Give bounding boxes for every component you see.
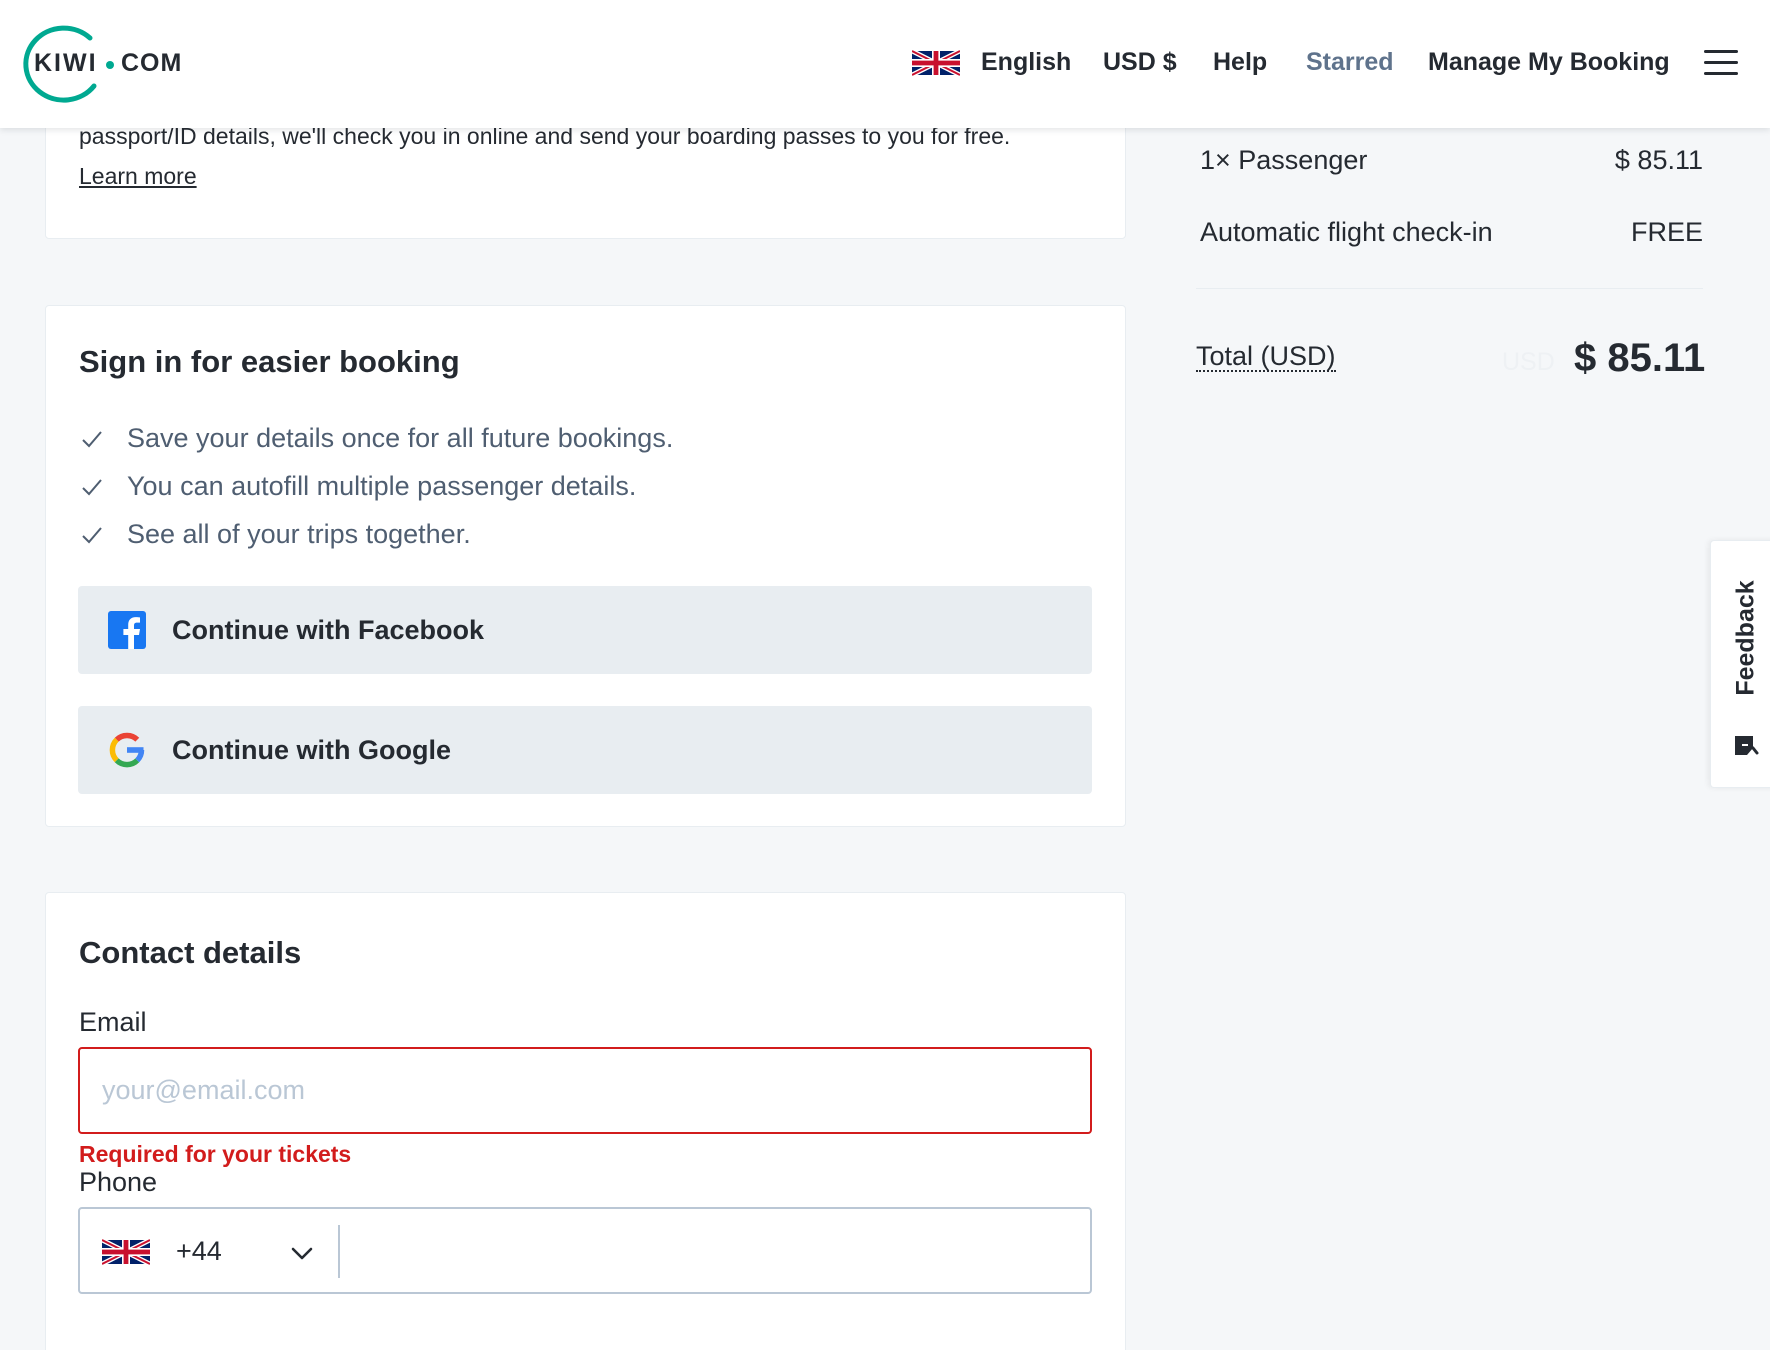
google-icon bbox=[109, 732, 145, 768]
total-currency-ghost: USD bbox=[1502, 348, 1555, 376]
menu-icon[interactable] bbox=[1704, 50, 1738, 76]
facebook-icon bbox=[108, 611, 146, 649]
continue-with-google-button[interactable]: Continue with Google bbox=[78, 706, 1092, 794]
benefit-text: You can autofill multiple passenger deta… bbox=[127, 471, 637, 501]
check-icon bbox=[82, 526, 102, 543]
phone-divider bbox=[338, 1225, 340, 1278]
benefit-item: You can autofill multiple passenger deta… bbox=[79, 471, 636, 502]
help-link[interactable]: Help bbox=[1213, 48, 1267, 77]
phone-field-group: +44 bbox=[78, 1207, 1092, 1294]
benefit-item: Save your details once for all future bo… bbox=[79, 423, 673, 454]
email-label: Email bbox=[79, 1007, 147, 1037]
email-field[interactable] bbox=[78, 1047, 1092, 1134]
checkin-label: Automatic flight check-in bbox=[1200, 217, 1493, 247]
feedback-icon bbox=[1735, 736, 1759, 755]
kiwi-logo[interactable]: KIWI COM bbox=[18, 22, 188, 106]
check-icon bbox=[82, 478, 102, 495]
phone-label: Phone bbox=[79, 1167, 158, 1197]
total-label[interactable]: Total (USD) bbox=[1196, 342, 1336, 372]
phone-country-code[interactable]: +44 bbox=[176, 1236, 222, 1267]
contact-title: Contact details bbox=[79, 935, 302, 970]
benefit-text: See all of your trips together. bbox=[127, 519, 471, 549]
google-label: Continue with Google bbox=[172, 734, 451, 765]
starred-link[interactable]: Starred bbox=[1306, 48, 1394, 77]
learn-more-link[interactable]: Learn more bbox=[79, 163, 197, 190]
facebook-label: Continue with Facebook bbox=[172, 614, 485, 645]
currency-selector[interactable]: USD $ bbox=[1103, 48, 1177, 77]
logo-dot bbox=[106, 61, 114, 69]
logo-text-kiwi: KIWI bbox=[34, 49, 98, 77]
email-error-message: Required for your tickets bbox=[79, 1141, 352, 1167]
chevron-down-icon[interactable] bbox=[289, 1240, 315, 1266]
contact-details-card: Contact details Email Required for your … bbox=[45, 892, 1126, 1350]
signin-card: Sign in for easier booking Save your det… bbox=[45, 305, 1126, 827]
manage-booking-link[interactable]: Manage My Booking bbox=[1428, 48, 1670, 77]
top-header: KIWI COM English USD $ Help Starred Mana… bbox=[0, 0, 1770, 128]
benefit-text: Save your details once for all future bo… bbox=[127, 423, 674, 453]
continue-with-facebook-button[interactable]: Continue with Facebook bbox=[78, 586, 1092, 674]
phone-number-input[interactable] bbox=[342, 1209, 1090, 1292]
uk-flag-icon bbox=[912, 48, 960, 77]
passenger-label: 1× Passenger bbox=[1200, 145, 1368, 175]
summary-checkin-row: Automatic flight check-in FREE bbox=[1200, 217, 1703, 248]
check-icon bbox=[82, 430, 102, 447]
logo-text-com: COM bbox=[121, 49, 183, 77]
summary-divider bbox=[1196, 288, 1703, 289]
total-price: $ 85.11 bbox=[1574, 336, 1706, 380]
summary-passenger-row: 1× Passenger $ 85.11 bbox=[1200, 145, 1703, 176]
benefit-item: See all of your trips together. bbox=[79, 519, 471, 550]
language-label: English bbox=[981, 48, 1072, 76]
signin-title: Sign in for easier booking bbox=[79, 344, 460, 379]
feedback-label: Feedback bbox=[1731, 580, 1760, 696]
passenger-price: $ 85.11 bbox=[1614, 145, 1703, 175]
checkin-price: FREE bbox=[1630, 217, 1703, 247]
language-selector[interactable]: English bbox=[912, 48, 1071, 77]
uk-flag-icon[interactable] bbox=[102, 1239, 150, 1265]
feedback-tab[interactable]: Feedback bbox=[1710, 540, 1770, 788]
